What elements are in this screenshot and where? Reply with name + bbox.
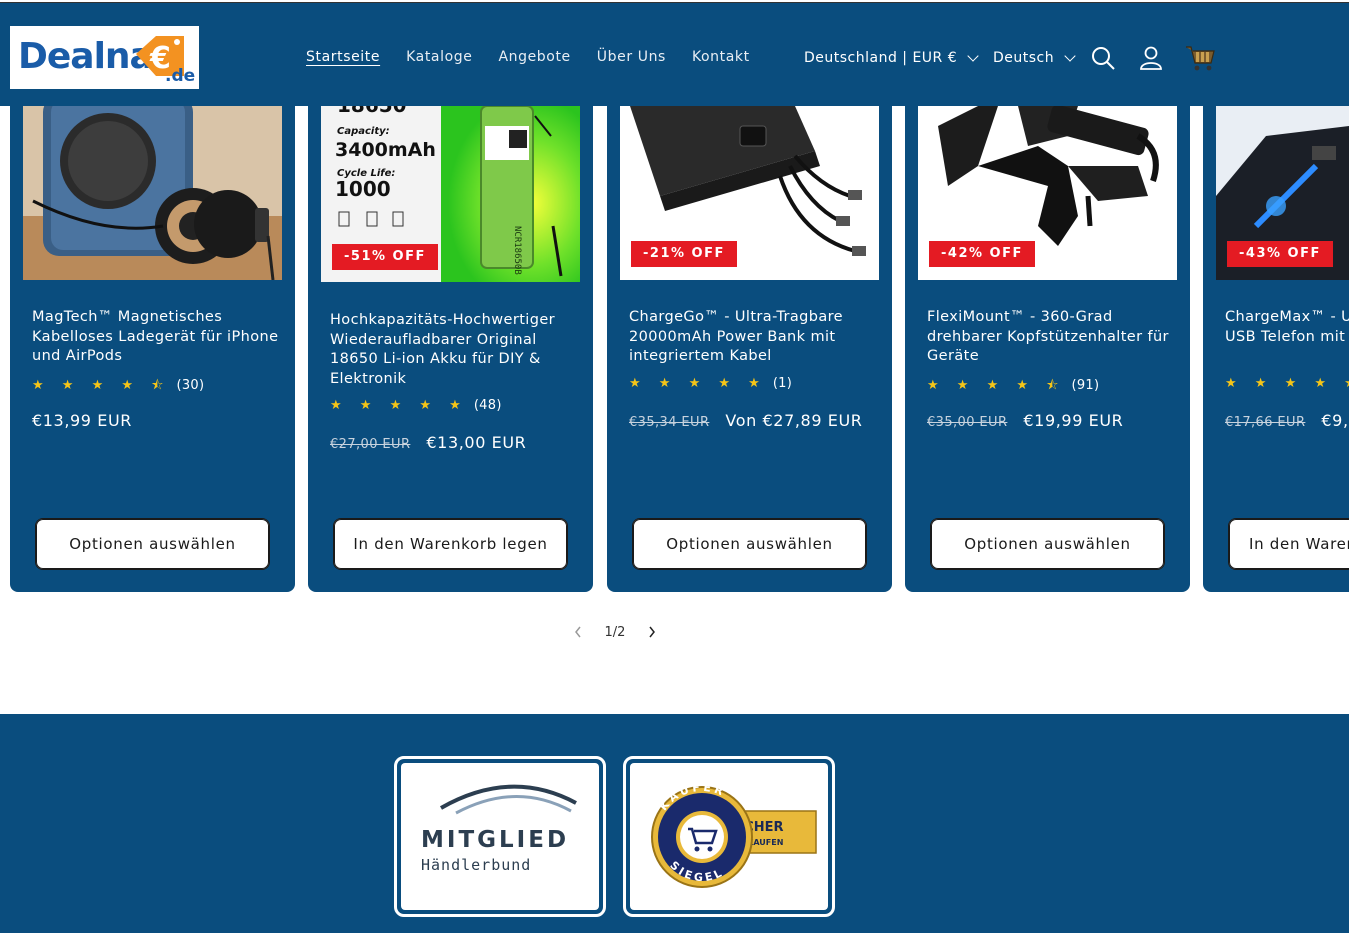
add-to-cart-button[interactable]: In den Waren bbox=[1228, 518, 1349, 570]
product-title[interactable]: MagTech™ Magnetisches Kabelloses Ladeger… bbox=[32, 308, 282, 367]
nav-startseite[interactable]: Startseite bbox=[306, 49, 380, 65]
price: €35,00 EUR €19,99 EUR bbox=[927, 411, 1123, 430]
rating-stars: ★ ★ ★ ★ ⯪ bbox=[32, 378, 171, 393]
product-card[interactable]: NCR18650B 18650 Capacity: 3400mAh Cycle … bbox=[308, 106, 593, 592]
choose-options-button[interactable]: Optionen auswählen bbox=[632, 518, 867, 570]
sale-price: €13,99 EUR bbox=[32, 411, 133, 430]
original-price: €17,66 EUR bbox=[1225, 415, 1306, 430]
choose-options-button[interactable]: Optionen auswählen bbox=[930, 518, 1165, 570]
kaeufersiegel-seal-icon: SICHER EINKAUFEN KÄUFER SIEGEL bbox=[651, 781, 817, 888]
capacity-label: Capacity: bbox=[337, 126, 390, 137]
nav-kontakt[interactable]: Kontakt bbox=[692, 49, 750, 65]
rating-stars: ★ ★ ★ ★ ★ bbox=[629, 376, 767, 391]
haendlerbund-badge[interactable]: MITGLIED Händlerbund bbox=[394, 756, 606, 917]
account-icon[interactable] bbox=[1138, 45, 1164, 71]
kaeufersiegel-badge-inner: SICHER EINKAUFEN KÄUFER SIEGEL bbox=[630, 763, 828, 910]
product-card[interactable]: -21% OFF ChargeGo™ - Ultra-Tragbare 2000… bbox=[607, 106, 892, 592]
nav-kataloge[interactable]: Kataloge bbox=[406, 49, 472, 65]
sale-price: €9, bbox=[1321, 411, 1349, 430]
nav-angebote[interactable]: Angebote bbox=[498, 49, 570, 65]
product-title[interactable]: Hochkapazitäts-Hochwertiger Wiederauflad… bbox=[330, 311, 580, 389]
choose-options-button[interactable]: Optionen auswählen bbox=[35, 518, 270, 570]
language-selector[interactable]: Deutsch bbox=[993, 50, 1076, 66]
slide-counter: 1/2 bbox=[604, 624, 626, 640]
review-count: (1) bbox=[772, 376, 793, 391]
discount-badge: -43% OFF bbox=[1227, 241, 1333, 267]
price: €13,99 EUR bbox=[32, 411, 132, 430]
rating-stars: ★ ★ ★ ★ ★ bbox=[1225, 376, 1349, 391]
original-price: €27,00 EUR bbox=[330, 437, 411, 452]
price: €35,34 EUR Von €27,89 EUR bbox=[629, 411, 863, 430]
badge-title: MITGLIED bbox=[421, 827, 570, 853]
search-icon[interactable] bbox=[1090, 45, 1116, 71]
rating: ★ ★ ★ ★ ⯪ (91) bbox=[927, 376, 1099, 398]
rating: ★ ★ ★ ★ ★ (1) bbox=[629, 376, 792, 391]
sale-price: €13,00 EUR bbox=[426, 433, 527, 452]
original-price: €35,34 EUR bbox=[629, 415, 710, 430]
review-count: (30) bbox=[176, 378, 205, 393]
slider-pagination: 1/2 bbox=[558, 624, 672, 640]
kaeufersiegel-badge[interactable]: SICHER EINKAUFEN KÄUFER SIEGEL bbox=[623, 756, 835, 917]
review-count: (91) bbox=[1071, 378, 1100, 393]
capacity-value: 3400mAh bbox=[335, 139, 436, 161]
product-title[interactable]: FlexiMount™ - 360-Grad drehbarer Kopfstü… bbox=[927, 308, 1177, 367]
logo-tld: .de bbox=[165, 66, 196, 86]
battery-model-text: 18650 bbox=[337, 106, 407, 117]
haendlerbund-badge-inner: MITGLIED Händlerbund bbox=[401, 763, 599, 910]
sale-price: Von €27,89 EUR bbox=[725, 411, 863, 430]
product-card[interactable]: -42% OFF FlexiMount™ - 360-Grad drehbare… bbox=[905, 106, 1190, 592]
language-label: Deutsch bbox=[993, 50, 1055, 66]
discount-badge: -21% OFF bbox=[631, 241, 737, 267]
product-card[interactable]: -43% OFF ChargeMax™ - U Dual USB Telefon… bbox=[1203, 106, 1349, 592]
sale-price: €19,99 EUR bbox=[1023, 411, 1124, 430]
country-currency-selector[interactable]: Deutschland | EUR € bbox=[804, 50, 979, 66]
price: €27,00 EUR €13,00 EUR bbox=[330, 433, 526, 452]
country-currency-label: Deutschland | EUR € bbox=[804, 50, 958, 66]
review-count: (48) bbox=[473, 398, 502, 413]
swoosh-icon bbox=[440, 784, 577, 815]
rating-stars: ★ ★ ★ ★ ⯪ bbox=[927, 378, 1066, 393]
rating-stars: ★ ★ ★ ★ ★ bbox=[330, 398, 468, 413]
battery-label: NCR18650B bbox=[512, 226, 522, 275]
price: €17,66 EUR €9, bbox=[1225, 411, 1349, 430]
product-image[interactable] bbox=[23, 106, 282, 280]
add-to-cart-button[interactable]: In den Warenkorb legen bbox=[333, 518, 568, 570]
nav-ueber-uns[interactable]: Über Uns bbox=[597, 49, 666, 65]
product-title[interactable]: ChargeGo™ - Ultra-Tragbare 20000mAh Powe… bbox=[629, 308, 879, 367]
original-price: €35,00 EUR bbox=[927, 415, 1008, 430]
cycle-value: 1000 bbox=[335, 177, 391, 201]
chevron-left-icon bbox=[575, 626, 581, 638]
discount-badge: -42% OFF bbox=[929, 241, 1035, 267]
chevron-down-icon bbox=[967, 50, 979, 62]
main-nav: Startseite Kataloge Angebote Über Uns Ko… bbox=[306, 49, 776, 65]
discount-badge: -51% OFF bbox=[332, 244, 438, 270]
site-logo[interactable]: Dealna € .de bbox=[10, 26, 199, 89]
chevron-down-icon bbox=[1064, 50, 1076, 62]
product-title[interactable]: ChargeMax™ - U Dual USB Telefon mit QC 3… bbox=[1225, 308, 1349, 347]
chevron-right-icon bbox=[649, 626, 655, 638]
previous-slide-button[interactable] bbox=[558, 624, 598, 640]
product-card[interactable]: MagTech™ Magnetisches Kabelloses Ladeger… bbox=[10, 106, 295, 592]
rating: ★ ★ ★ ★ ★(1 bbox=[1225, 376, 1349, 391]
cart-icon[interactable] bbox=[1184, 43, 1216, 73]
site-header: Dealna € .de Startseite Kataloge Angebot… bbox=[0, 2, 1349, 106]
product-image-magcharger bbox=[23, 106, 282, 280]
rating: ★ ★ ★ ★ ★ (48) bbox=[330, 398, 502, 413]
rating: ★ ★ ★ ★ ⯪ (30) bbox=[32, 376, 204, 398]
next-slide-button[interactable] bbox=[632, 624, 672, 640]
badge-subtitle: Händlerbund bbox=[421, 856, 532, 874]
